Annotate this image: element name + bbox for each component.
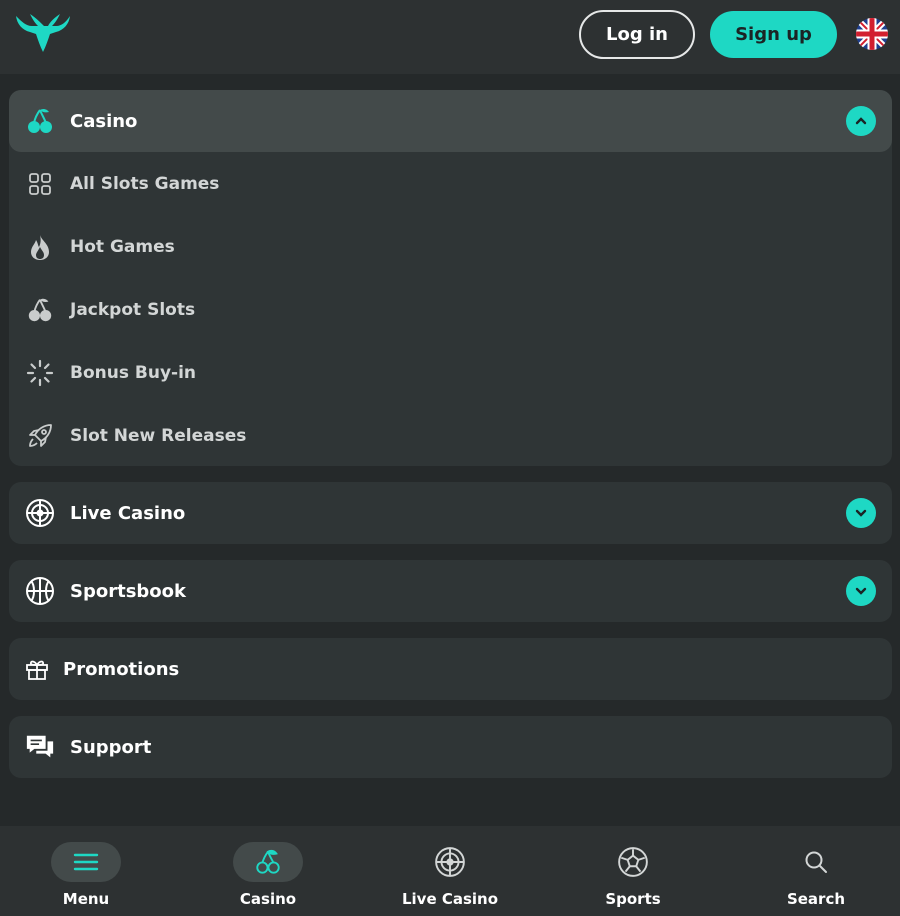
nav-casino-label: Casino xyxy=(239,890,297,908)
support-label: Support xyxy=(70,736,152,758)
menu-item-slot-new-releases[interactable]: Slot New Releases xyxy=(9,404,892,467)
rocket-icon xyxy=(25,421,55,451)
grid-icon xyxy=(25,169,55,199)
support-section-header[interactable]: Support xyxy=(9,716,892,778)
casino-section: Casino All Slots Games Hot Games Jackpot… xyxy=(9,90,892,466)
nav-search-label: Search xyxy=(786,890,846,908)
gift-icon xyxy=(25,654,49,684)
signup-button[interactable]: Sign up xyxy=(710,11,837,58)
menu-item-bonus-buy-in[interactable]: Bonus Buy-in xyxy=(9,341,892,404)
basketball-icon xyxy=(25,576,55,606)
promotions-section: Promotions xyxy=(9,638,892,700)
support-section: Support xyxy=(9,716,892,778)
stag-logo-icon[interactable] xyxy=(14,12,72,54)
cherries-icon xyxy=(233,842,303,882)
spinner-icon xyxy=(25,358,55,388)
promotions-label: Promotions xyxy=(63,658,180,680)
live-casino-section-header[interactable]: Live Casino xyxy=(9,482,892,544)
nav-casino[interactable]: Casino xyxy=(208,842,328,916)
flame-icon xyxy=(25,232,55,262)
menu-item-label: Bonus Buy-in xyxy=(70,362,197,383)
login-button[interactable]: Log in xyxy=(579,10,695,59)
sportsbook-section-header[interactable]: Sportsbook xyxy=(9,560,892,622)
chat-icon xyxy=(25,732,55,762)
roulette-icon xyxy=(415,842,485,882)
nav-live-casino-label: Live Casino xyxy=(401,890,499,908)
cherries-icon xyxy=(25,295,55,325)
casino-section-header[interactable]: Casino xyxy=(9,90,892,152)
chevron-down-icon[interactable] xyxy=(846,498,876,528)
uk-flag-icon[interactable] xyxy=(856,18,888,50)
promotions-section-header[interactable]: Promotions xyxy=(9,638,892,700)
cherries-icon xyxy=(25,106,55,136)
menu-item-label: All Slots Games xyxy=(70,173,220,194)
roulette-icon xyxy=(25,498,55,528)
top-header: Log in Sign up xyxy=(0,0,900,74)
nav-live-casino[interactable]: Live Casino xyxy=(390,842,510,916)
menu-item-all-slots-games[interactable]: All Slots Games xyxy=(9,152,892,215)
nav-search[interactable]: Search xyxy=(756,842,876,916)
nav-sports[interactable]: Sports xyxy=(573,842,693,916)
menu-item-hot-games[interactable]: Hot Games xyxy=(9,215,892,278)
nav-menu-label: Menu xyxy=(62,890,110,908)
menu-item-label: Jackpot Slots xyxy=(70,299,196,320)
hamburger-icon xyxy=(51,842,121,882)
soccer-ball-icon xyxy=(598,842,668,882)
live-casino-label: Live Casino xyxy=(70,502,186,524)
casino-label: Casino xyxy=(70,110,138,132)
nav-menu[interactable]: Menu xyxy=(26,842,146,916)
sportsbook-label: Sportsbook xyxy=(70,580,186,602)
bottom-nav: Menu Casino Live Casino Sports Search xyxy=(0,826,900,916)
sportsbook-section: Sportsbook xyxy=(9,560,892,622)
chevron-down-icon[interactable] xyxy=(846,576,876,606)
menu-item-jackpot-slots[interactable]: Jackpot Slots xyxy=(9,278,892,341)
menu-item-label: Hot Games xyxy=(70,236,175,257)
live-casino-section: Live Casino xyxy=(9,482,892,544)
search-icon xyxy=(781,842,851,882)
chevron-up-icon[interactable] xyxy=(846,106,876,136)
menu-item-label: Slot New Releases xyxy=(70,425,247,446)
nav-sports-label: Sports xyxy=(605,890,661,908)
